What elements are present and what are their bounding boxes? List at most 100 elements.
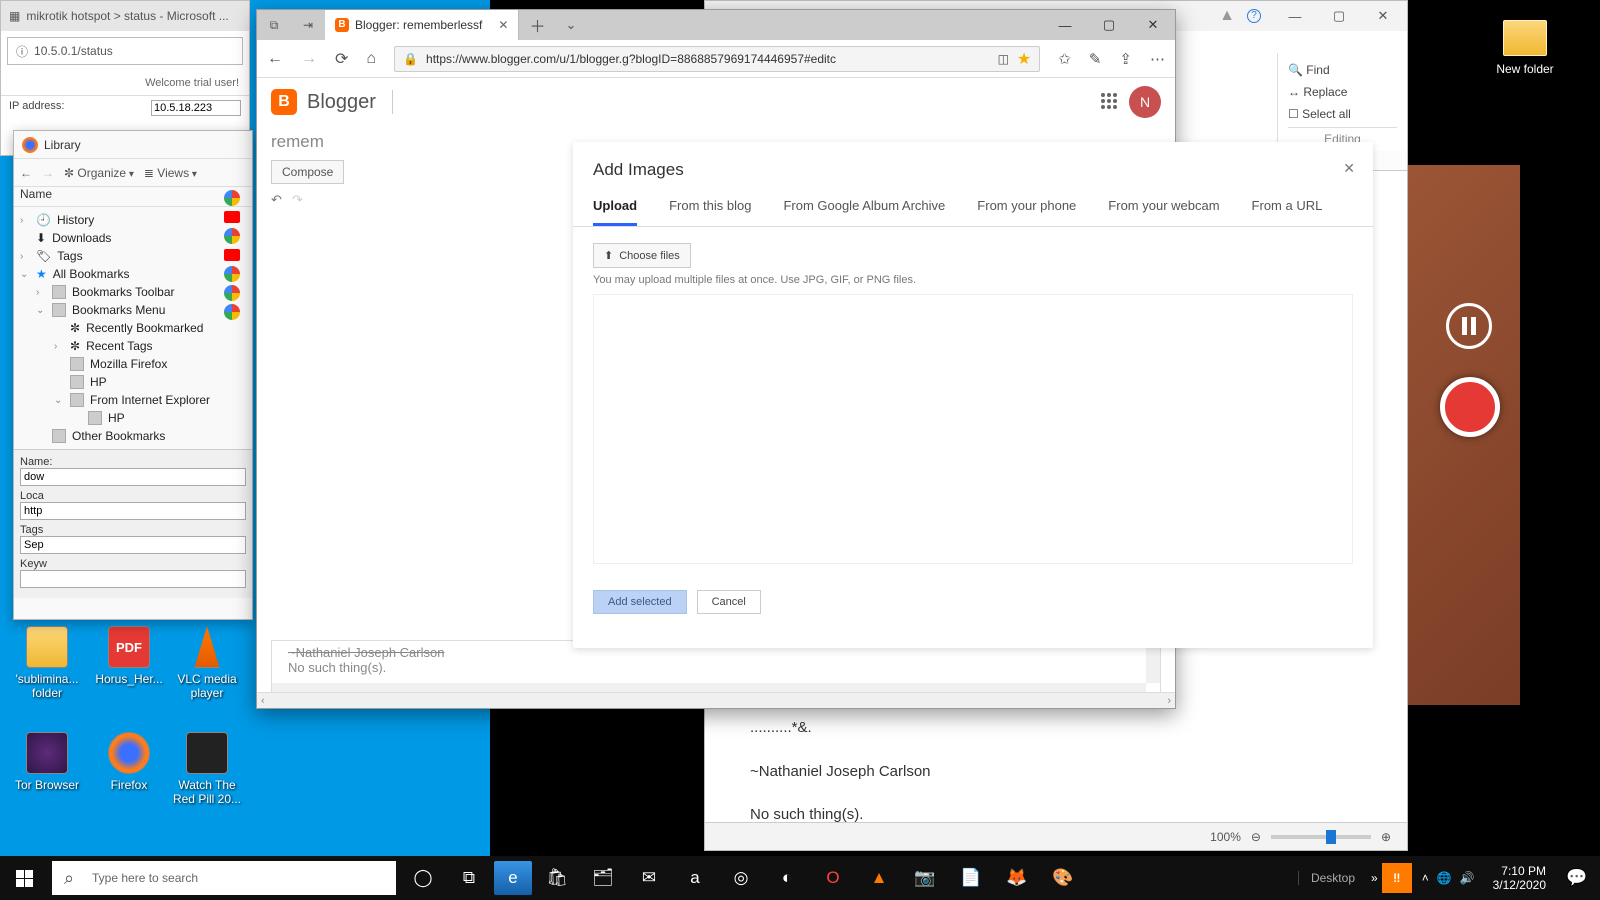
modal-tab-blog[interactable]: From this blog [669, 188, 751, 226]
taskbar-search[interactable]: Type here to search [52, 861, 396, 895]
tb-chrome[interactable]: ◐ [764, 856, 810, 900]
tree-downloads[interactable]: ⬇Downloads [14, 229, 252, 247]
youtube-favicon[interactable] [224, 249, 240, 261]
tb-camera[interactable]: 📷 [902, 856, 948, 900]
user-avatar[interactable]: N [1129, 86, 1161, 118]
browser-tab[interactable]: B Blogger: rememberlessf ✕ [325, 10, 519, 40]
tb-vlc[interactable]: ▲ [856, 856, 902, 900]
tray-volume-icon[interactable]: 🔊 [1460, 871, 1475, 885]
google-favicon[interactable] [224, 190, 240, 206]
tb-amazon[interactable]: a [672, 856, 718, 900]
tree-from-ie[interactable]: ⌄From Internet Explorer [14, 391, 252, 409]
tree-mozilla[interactable]: Mozilla Firefox [14, 355, 252, 373]
tb-tripadvisor[interactable]: ◎ [718, 856, 764, 900]
taskview-icon[interactable]: ⧉ [446, 856, 492, 900]
favorite-star-icon[interactable]: ★ [1017, 49, 1031, 69]
reader-icon[interactable]: ◫ [998, 52, 1009, 66]
mikrotik-url[interactable]: 10.5.0.1/status [34, 44, 113, 58]
zoom-out-icon[interactable]: ⊖ [1251, 830, 1261, 844]
record-stop-button[interactable] [1440, 377, 1500, 437]
tree-bm-menu[interactable]: ⌄Bookmarks Menu [14, 301, 252, 319]
nav-home[interactable]: ⌂ [366, 50, 376, 68]
compose-tab[interactable]: Compose [271, 160, 344, 184]
google-favicon[interactable] [224, 228, 240, 244]
modal-tab-phone[interactable]: From your phone [977, 188, 1076, 226]
tb-explorer[interactable]: 🗂 [580, 856, 626, 900]
desktop-icon-redpill[interactable]: Watch The Red Pill 20... [168, 732, 246, 806]
zoom-in-icon[interactable]: ⊕ [1381, 830, 1391, 844]
redo-icon[interactable]: ↷ [292, 192, 303, 208]
lib-loc-input[interactable] [20, 502, 246, 520]
tree-tags[interactable]: ›🏷Tags [14, 247, 252, 265]
tb-opera[interactable]: O [810, 856, 856, 900]
desktop-icon-subliminal[interactable]: 'sublimina... folder [8, 626, 86, 700]
modal-tab-url[interactable]: From a URL [1252, 188, 1323, 226]
lib-name-col[interactable]: Name [20, 187, 52, 206]
tree-history[interactable]: ›🕘History [14, 211, 252, 229]
favorites-icon[interactable]: ✩ [1058, 50, 1071, 68]
tb-word[interactable]: 📄 [948, 856, 994, 900]
choose-files-button[interactable]: ⬆Choose files [593, 243, 691, 268]
edge-close[interactable]: ✕ [1131, 17, 1175, 33]
edge-minimize[interactable]: — [1043, 18, 1087, 33]
nav-fwd[interactable]: → [301, 50, 317, 68]
youtube-favicon[interactable] [224, 211, 240, 223]
lib-back[interactable]: ← [20, 166, 32, 180]
desktop-icon-firefox[interactable]: Firefox [90, 732, 168, 792]
tree-bm-toolbar[interactable]: ›Bookmarks Toolbar [14, 283, 252, 301]
tree-hp2[interactable]: HP [14, 409, 252, 427]
action-center-icon[interactable]: 💬 [1554, 856, 1600, 900]
word-find[interactable]: 🔍 Find [1288, 59, 1397, 81]
new-tab-button[interactable]: ＋ [519, 13, 555, 37]
tree-recent-tags[interactable]: ›✼Recent Tags [14, 337, 252, 355]
lib-fwd[interactable]: → [42, 166, 54, 180]
modal-tab-album[interactable]: From Google Album Archive [783, 188, 945, 226]
tb-store[interactable]: 🛍 [534, 856, 580, 900]
modal-tab-upload[interactable]: Upload [593, 188, 637, 226]
start-button[interactable] [0, 856, 48, 900]
lib-views[interactable]: ≣ Views [144, 166, 197, 180]
tb-mail[interactable]: ✉ [626, 856, 672, 900]
notes-icon[interactable]: ✎ [1089, 50, 1102, 68]
tree-hp[interactable]: HP [14, 373, 252, 391]
tab-close-icon[interactable]: ✕ [498, 18, 508, 32]
nav-back[interactable]: ← [267, 50, 283, 68]
lib-key-input[interactable] [20, 570, 246, 588]
tab-actions-icon[interactable]: ⧉ [257, 18, 291, 33]
tree-other-bm[interactable]: Other Bookmarks [14, 427, 252, 445]
desktop-icon-newfolder[interactable]: New folder [1490, 20, 1560, 76]
tray-clock[interactable]: 7:10 PM3/12/2020 [1485, 864, 1554, 892]
show-desktop-label[interactable]: Desktop [1298, 871, 1367, 885]
more-icon[interactable]: ⋯ [1150, 50, 1165, 68]
nav-refresh[interactable]: ⟳ [335, 49, 348, 69]
google-favicon[interactable] [224, 266, 240, 282]
tree-recent-bm[interactable]: ✼Recently Bookmarked [14, 319, 252, 337]
tb-firefox[interactable]: 🦊 [994, 856, 1040, 900]
apps-icon[interactable] [1101, 93, 1119, 111]
word-minimize[interactable]: — [1275, 4, 1315, 28]
help-icon[interactable]: ? [1247, 9, 1261, 23]
desktop-icon-vlc[interactable]: VLC media player [168, 626, 246, 700]
tb-edge[interactable]: e [494, 861, 532, 895]
google-favicon[interactable] [224, 304, 240, 320]
tab-aside-icon[interactable]: ⇥ [291, 18, 325, 32]
tray-up-icon[interactable]: ˄ [1422, 871, 1429, 885]
cortana-icon[interactable]: ◯ [400, 856, 446, 900]
ip-field[interactable] [151, 100, 241, 116]
add-selected-button[interactable]: Add selected [593, 590, 687, 614]
lib-name-input[interactable] [20, 468, 246, 486]
modal-tab-webcam[interactable]: From your webcam [1108, 188, 1219, 226]
share-icon[interactable]: ⇪ [1119, 50, 1132, 68]
lib-tags-input[interactable] [20, 536, 246, 554]
word-selectall[interactable]: ☐ Select all [1288, 103, 1397, 125]
url-text[interactable]: https://www.blogger.com/u/1/blogger.g?bl… [426, 52, 990, 66]
tb-paint[interactable]: 🎨 [1040, 856, 1086, 900]
modal-close-icon[interactable]: ✕ [1343, 160, 1355, 177]
word-maximize[interactable]: ▢ [1319, 4, 1359, 28]
tray-recorder-icon[interactable]: ‼ [1382, 863, 1412, 893]
lock-icon[interactable]: 🔒 [403, 52, 418, 66]
word-close[interactable]: ✕ [1363, 4, 1403, 28]
tab-chevron-down-icon[interactable]: ⌄ [555, 17, 586, 33]
undo-icon[interactable]: ↶ [271, 192, 282, 208]
blogger-logo[interactable]: B [271, 89, 297, 115]
